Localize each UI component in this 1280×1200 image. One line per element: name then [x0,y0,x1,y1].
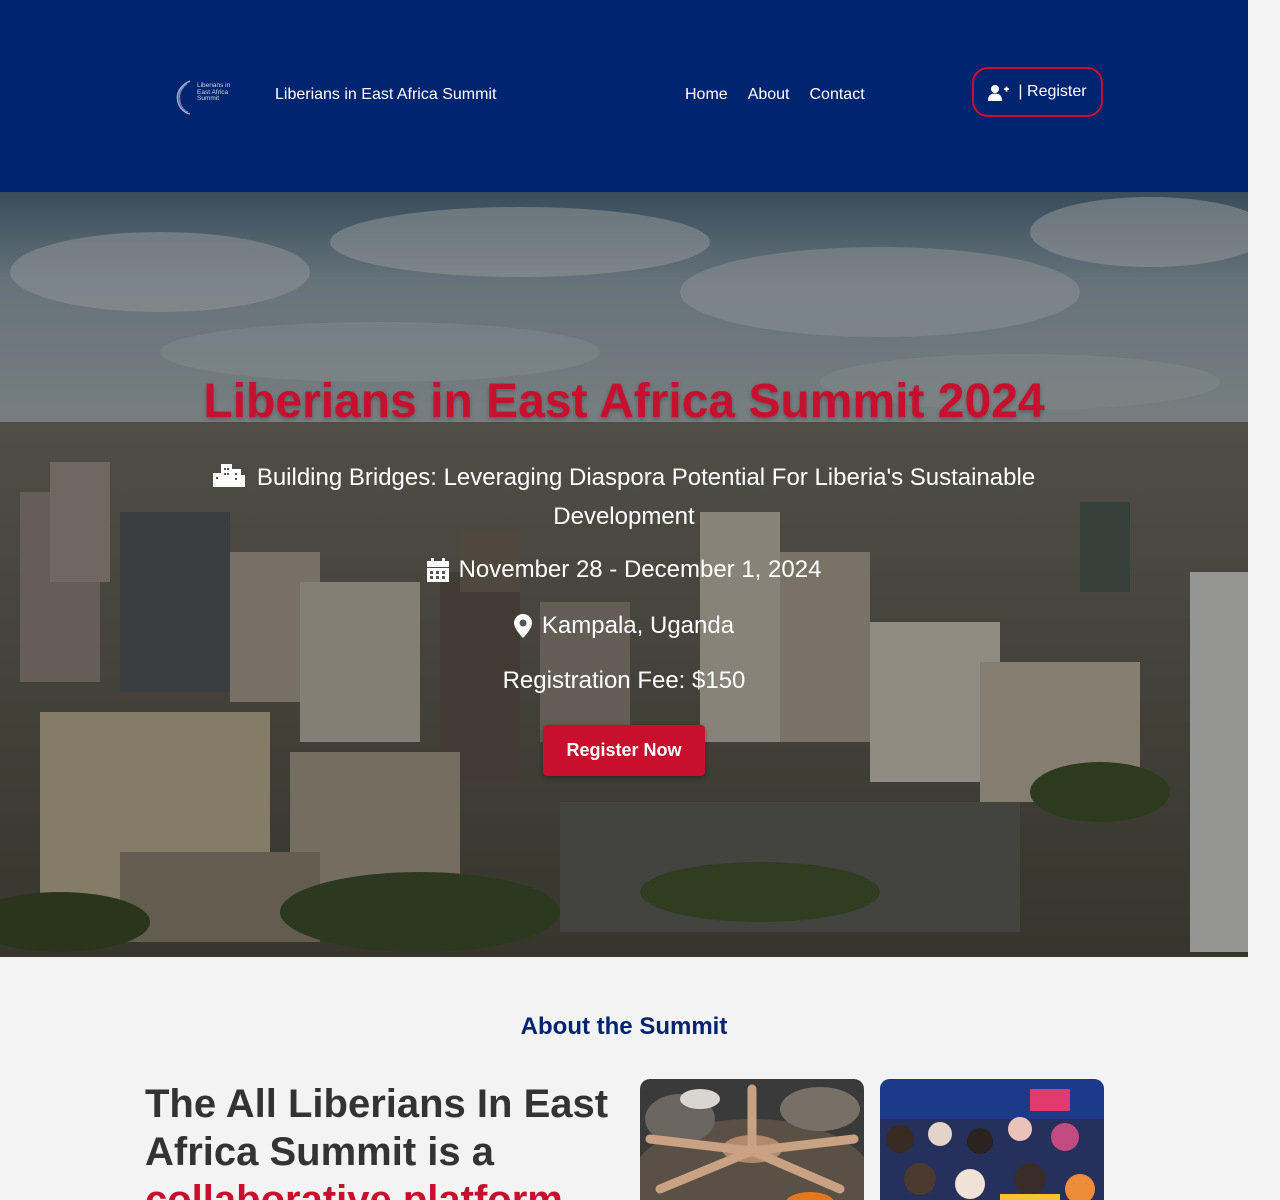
logo-text: Liberians in East Africa Summit [197,82,231,102]
summit-logo[interactable]: Liberians in East Africa Summit [172,78,238,116]
hero-theme: Building Bridges: Leveraging Diaspora Po… [204,458,1044,536]
hero-date-text: November 28 - December 1, 2024 [458,556,822,583]
about-intro: The All Liberians In East Africa Summit … [145,1080,625,1200]
hero-location: Kampala, Uganda [0,612,1248,640]
header-register-button[interactable]: | Register [972,67,1103,117]
main-nav: Home About Contact [685,86,865,104]
nav-link-about[interactable]: About [748,86,790,104]
top-navbar: Liberians in East Africa Summit Liberian… [0,0,1248,192]
about-intro-text: The All Liberians In East Africa Summit … [145,1082,609,1174]
scrollbar-gutter[interactable] [1248,0,1280,1200]
header-register-label: | Register [1018,83,1087,100]
user-plus-icon [988,84,1010,101]
register-now-button[interactable]: Register Now [543,725,705,776]
calendar-icon [426,558,449,582]
hero-theme-text: Building Bridges: Leveraging Diaspora Po… [256,464,1036,530]
city-icon [212,464,245,487]
hero-section: Liberians in East Africa Summit 2024 Bui… [0,192,1248,957]
nav-link-contact[interactable]: Contact [810,86,865,104]
hero-title: Liberians in East Africa Summit 2024 [203,375,1045,428]
about-photo-hands [640,1079,864,1200]
site-title[interactable]: Liberians in East Africa Summit [275,86,496,104]
map-pin-icon [513,614,532,638]
about-photo-crowd [880,1079,1104,1200]
hands-together-image [640,1079,864,1200]
crowd-image [880,1079,1104,1200]
page: Liberians in East Africa Summit Liberian… [0,0,1280,1200]
logo-emblem-icon [176,80,191,115]
hero-location-text: Kampala, Uganda [541,612,735,639]
nav-link-home[interactable]: Home [685,86,728,104]
hero-date: November 28 - December 1, 2024 [0,556,1248,584]
about-heading: About the Summit [520,1013,728,1040]
about-intro-accent: collaborative platform [145,1178,563,1200]
hero-fee: Registration Fee: $150 [502,667,746,694]
